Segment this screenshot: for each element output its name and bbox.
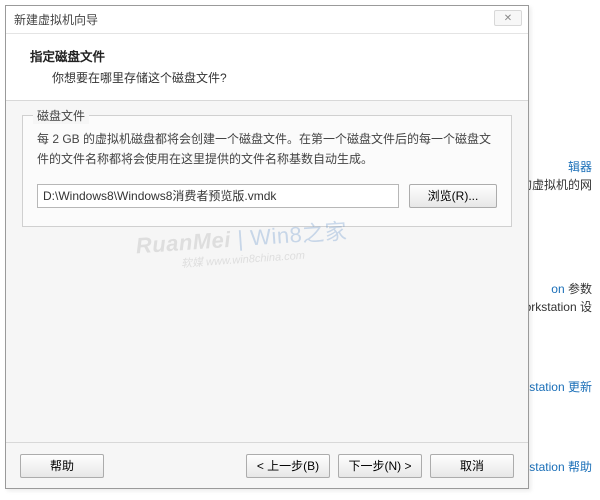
next-button[interactable]: 下一步(N) > [338, 454, 422, 478]
disk-file-group: 磁盘文件 每 2 GB 的虚拟机磁盘都将会创建一个磁盘文件。在第一个磁盘文件后的… [22, 115, 512, 227]
dialog-titlebar: 新建虚拟机向导 ✕ [6, 6, 528, 34]
dialog-title: 新建虚拟机向导 [14, 11, 98, 28]
group-label: 磁盘文件 [33, 107, 89, 124]
wizard-dialog: 新建虚拟机向导 ✕ 指定磁盘文件 你想要在哪里存储这个磁盘文件? 磁盘文件 每 … [5, 5, 529, 489]
group-description: 每 2 GB 的虚拟机磁盘都将会创建一个磁盘文件。在第一个磁盘文件后的每一个磁盘… [37, 130, 497, 170]
wizard-footer: 帮助 < 上一步(B) 下一步(N) > 取消 [6, 442, 528, 488]
browse-button[interactable]: 浏览(R)... [409, 184, 497, 208]
bg-link[interactable]: 辑器 [568, 158, 592, 175]
wizard-header: 指定磁盘文件 你想要在哪里存储这个磁盘文件? [6, 34, 528, 101]
help-button[interactable]: 帮助 [20, 454, 104, 478]
page-subtitle: 你想要在哪里存储这个磁盘文件? [52, 69, 508, 86]
cancel-button[interactable]: 取消 [430, 454, 514, 478]
wizard-body: 磁盘文件 每 2 GB 的虚拟机磁盘都将会创建一个磁盘文件。在第一个磁盘文件后的… [6, 101, 528, 442]
page-title: 指定磁盘文件 [30, 46, 508, 65]
path-row: 浏览(R)... [37, 184, 497, 208]
disk-path-input[interactable] [37, 184, 399, 208]
close-button[interactable]: ✕ [494, 10, 522, 26]
close-icon: ✕ [504, 13, 512, 24]
back-button[interactable]: < 上一步(B) [246, 454, 330, 478]
bg-link[interactable]: on 参数 [551, 280, 592, 297]
